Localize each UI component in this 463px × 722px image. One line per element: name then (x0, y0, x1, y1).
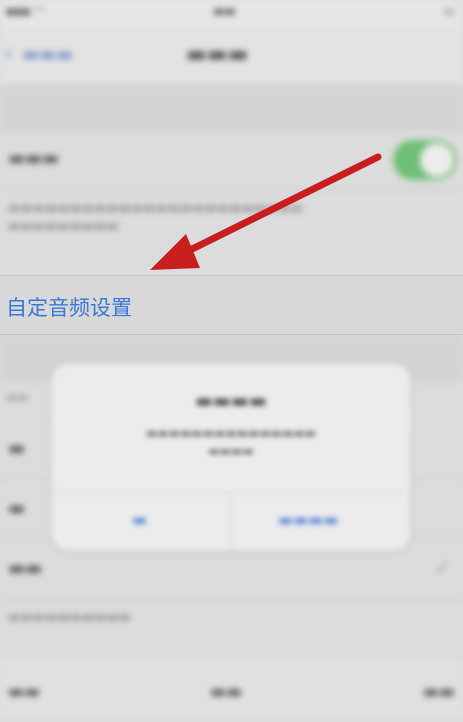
nav-bar: ‹ ▬▬▬ ▬▬▬ (0, 28, 463, 84)
chevron-left-icon[interactable]: ‹ (4, 42, 13, 67)
segment-blurred[interactable]: ▬▬ (423, 682, 455, 702)
toggle-row-label-blurred: ▬▬▬ (8, 148, 60, 169)
toggle-knob (420, 143, 454, 177)
checkmark-icon: ✓ (434, 556, 451, 580)
section-header-blurred: ▬▬ (6, 390, 29, 404)
nav-title-blurred: ▬▬▬ (186, 42, 249, 67)
setting-row-label-blurred: ▬ (8, 498, 26, 519)
group-separator (0, 84, 463, 132)
segment-blurred[interactable]: ▬▬ (8, 682, 40, 702)
setting-row-label-blurred: ▬▬ (8, 558, 43, 579)
alert-divider (230, 492, 231, 550)
toggle-row: ▬▬▬ (0, 132, 463, 189)
setting-row-label-blurred: ▬ (8, 438, 26, 459)
footnote-blurred: ▬▬▬▬▬▬▬▬▬▬ (8, 610, 131, 625)
alert-dialog: ▬▬▬▬ ▬▬▬▬▬▬▬▬▬▬▬▬▬▬▬ ▬▬▬▬ ▬ ▬▬▬▬ (52, 364, 410, 550)
alert-title-blurred: ▬▬▬▬ (195, 390, 267, 412)
segment-blurred[interactable]: ▬▬ (210, 682, 242, 702)
blurred-background: ▪▪▪ ◠ ▬▬ ▭ ‹ ▬▬▬ ▬▬▬ ▬▬▬ ▬▬▬▬▬▬▬▬▬▬▬▬▬▬▬… (0, 0, 463, 722)
alert-learn-more-button[interactable]: ▬▬▬▬ (278, 510, 338, 529)
segmented-row: ▬▬ ▬▬ ▬▬ (0, 660, 463, 722)
status-time-blurred: ▬▬ (213, 4, 236, 18)
alert-message-blurred: ▬▬▬▬▬▬▬▬▬▬▬▬▬▬▬ ▬▬▬▬ (145, 426, 317, 458)
signal-wifi-icon: ▪▪▪ ◠ (6, 4, 45, 18)
toggle-switch[interactable] (393, 140, 457, 180)
battery-icon: ▭ (443, 4, 455, 18)
status-bar: ▪▪▪ ◠ ▬▬ ▭ (0, 0, 463, 28)
footnote-blurred: ▬▬▬▬▬▬▬▬▬▬▬▬▬▬▬▬▬▬▬▬▬▬▬▬ ▬▬▬▬▬▬▬▬▬ (8, 201, 303, 234)
alert-divider (52, 492, 410, 493)
custom-audio-settings-row[interactable]: 自定音频设置 (0, 275, 463, 335)
alert-ok-button[interactable]: ▬ (132, 510, 147, 529)
custom-audio-settings-label: 自定音频设置 (6, 296, 132, 320)
back-button-blurred[interactable]: ▬▬▬ (22, 44, 73, 65)
phone-screen: ▪▪▪ ◠ ▬▬ ▭ ‹ ▬▬▬ ▬▬▬ ▬▬▬ ▬▬▬▬▬▬▬▬▬▬▬▬▬▬▬… (0, 0, 463, 722)
